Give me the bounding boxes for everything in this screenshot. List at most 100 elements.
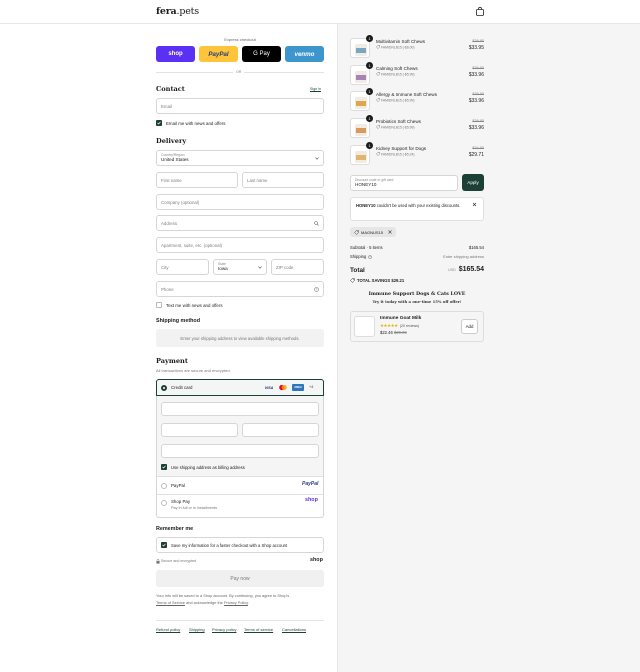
- paypal-label: PayPal: [208, 50, 229, 58]
- email-news-checkbox[interactable]: [156, 120, 162, 126]
- add-label: Add: [465, 324, 474, 329]
- rating-stars-icon: ★★★★★: [380, 323, 398, 328]
- last-name-placeholder: Last name: [247, 177, 268, 183]
- contact-title: Contact: [156, 85, 185, 93]
- credit-card-label: Credit card: [171, 385, 193, 390]
- discount-code: FAMIDNLB15 (-$5.99): [381, 125, 415, 130]
- shop-pay-button[interactable]: shop: [156, 46, 195, 62]
- shop-label: shop: [168, 51, 183, 57]
- footer-privacy-policy[interactable]: Privacy policy: [212, 627, 236, 632]
- security-code-field[interactable]: [242, 423, 319, 437]
- email-field[interactable]: Email: [156, 98, 324, 114]
- footer-terms-of-service[interactable]: Terms of service: [244, 627, 273, 632]
- product-price: $33.96: [468, 98, 484, 104]
- country-select[interactable]: Country/Region United States: [156, 150, 324, 166]
- product-discount: FAMIDNLB15 (-$5.99): [376, 98, 415, 102]
- privacy-link[interactable]: Privacy Policy: [224, 600, 248, 605]
- lock-icon: [156, 559, 160, 564]
- svg-text:?: ?: [370, 256, 372, 259]
- product-discount: FAMIDNLB15 (-$5.24): [376, 152, 415, 156]
- currency-label: USD: [448, 268, 456, 272]
- quantity-badge: 1: [366, 88, 373, 95]
- shop-logo: shop: [310, 557, 323, 563]
- address-placeholder: Address: [161, 220, 178, 226]
- discount-code: FAMIDNLB15 (-$5.99): [381, 72, 415, 77]
- discount-code-field[interactable]: Discount code or gift card HONEY10: [350, 175, 458, 191]
- venmo-label: venmo: [294, 50, 315, 58]
- phone-placeholder: Phone: [161, 286, 174, 292]
- header: fera.pets: [0, 0, 640, 24]
- save-info-checkbox[interactable]: [161, 542, 167, 548]
- upsell-title: Immune Support Dogs & Cats LOVE: [368, 291, 466, 297]
- upsell-new-price: $22.46: [380, 330, 393, 335]
- shipping-label: Shipping ?: [350, 254, 373, 259]
- pay-now-button[interactable]: Pay now: [156, 570, 324, 587]
- product-name: Calming Soft Chews: [376, 66, 418, 71]
- text-news-label: Text me with news and offers: [166, 303, 223, 308]
- help-icon[interactable]: ?: [314, 287, 319, 292]
- shipping-message-text: Enter your shipping address to view avai…: [180, 335, 300, 341]
- name-on-card-field[interactable]: [161, 444, 319, 458]
- paypal-radio[interactable]: [161, 483, 167, 489]
- cart-item: 1 Calming Soft Chews FAMIDNLB15 (-$5.99) $3…: [350, 62, 484, 87]
- google-pay-button[interactable]: G Pay: [242, 46, 281, 62]
- upsell-rating: ★★★★★ (20 reviews): [380, 323, 419, 329]
- footer-refund-policy[interactable]: Refund policy: [156, 627, 180, 632]
- info-icon[interactable]: ?: [368, 254, 373, 259]
- first-name-field[interactable]: First name: [156, 172, 238, 188]
- savings-value: $29.21: [391, 278, 405, 283]
- billing-same-checkbox[interactable]: [161, 464, 167, 470]
- product-price: $29.71: [468, 152, 484, 158]
- check-icon: [157, 121, 161, 125]
- paypal-logo: PayPal: [302, 481, 319, 487]
- product-discount: FAMIDNLB15 (-$5.99): [376, 125, 415, 129]
- shopping-bag-icon[interactable]: [476, 7, 484, 16]
- applied-discount-tag: MAGNUS15: [350, 227, 397, 237]
- shop-pay-subtitle: Pay in full or in installments: [171, 506, 218, 510]
- text-news-checkbox[interactable]: [156, 302, 162, 308]
- zip-placeholder: ZIP code: [276, 264, 294, 270]
- zip-field[interactable]: ZIP code: [271, 259, 324, 275]
- shipping-value: Enter shipping address: [443, 254, 484, 259]
- card-number-field[interactable]: [161, 402, 319, 416]
- paypal-button[interactable]: PayPal: [199, 46, 238, 62]
- product-name: Multivitamin Soft Chews: [376, 39, 426, 44]
- first-name-placeholder: First name: [161, 177, 182, 183]
- credit-card-radio[interactable]: [161, 385, 167, 391]
- expiration-field[interactable]: [161, 423, 238, 437]
- company-field[interactable]: Company (optional): [156, 194, 324, 210]
- last-name-field[interactable]: Last name: [242, 172, 324, 188]
- cart-item: 1 Kidney Support for Dogs FAMIDNLB15 (-$5.…: [350, 142, 484, 167]
- close-icon[interactable]: [472, 202, 477, 207]
- error-text: couldn't be used with your existing disc…: [376, 203, 461, 208]
- shop-pay-radio[interactable]: [161, 500, 167, 506]
- legal-text-1: Your info will be saved to a Shop accoun…: [156, 593, 290, 598]
- discount-code: FAMIDNLB15 (-$6.00): [381, 45, 415, 50]
- product-discount: FAMIDNLB15 (-$6.00): [376, 45, 415, 49]
- terms-link[interactable]: Terms of Service: [156, 600, 185, 605]
- check-icon: [162, 543, 166, 547]
- remove-discount-icon[interactable]: [388, 230, 392, 234]
- venmo-button[interactable]: venmo: [285, 46, 324, 62]
- state-select[interactable]: State Iowa: [213, 259, 267, 275]
- quantity-badge: 1: [366, 35, 373, 42]
- sign-in-link[interactable]: Sign in: [310, 87, 321, 91]
- product-old-price: $34.95: [472, 146, 484, 150]
- product-old-price: $39.95: [472, 39, 484, 43]
- delivery-title: Delivery: [156, 137, 187, 145]
- discount-code: FAMIDNLB15 (-$5.24): [381, 152, 415, 157]
- phone-field[interactable]: Phone ?: [156, 281, 324, 297]
- country-value: United States: [161, 157, 189, 162]
- address-field[interactable]: Address: [156, 215, 324, 231]
- city-field[interactable]: City: [156, 259, 209, 275]
- upsell-add-button[interactable]: Add: [461, 319, 478, 334]
- footer-shipping[interactable]: Shipping: [189, 627, 205, 632]
- footer-cancellations[interactable]: Cancellations: [282, 627, 306, 632]
- or-divider-label: OR: [233, 70, 245, 74]
- payment-title: Payment: [156, 357, 188, 365]
- quantity-badge: 1: [366, 115, 373, 122]
- apartment-field[interactable]: Apartment, suite, etc. (optional): [156, 237, 324, 253]
- logo[interactable]: fera.pets: [156, 6, 199, 17]
- apply-label: Apply: [467, 180, 479, 185]
- apply-button[interactable]: Apply: [462, 174, 484, 191]
